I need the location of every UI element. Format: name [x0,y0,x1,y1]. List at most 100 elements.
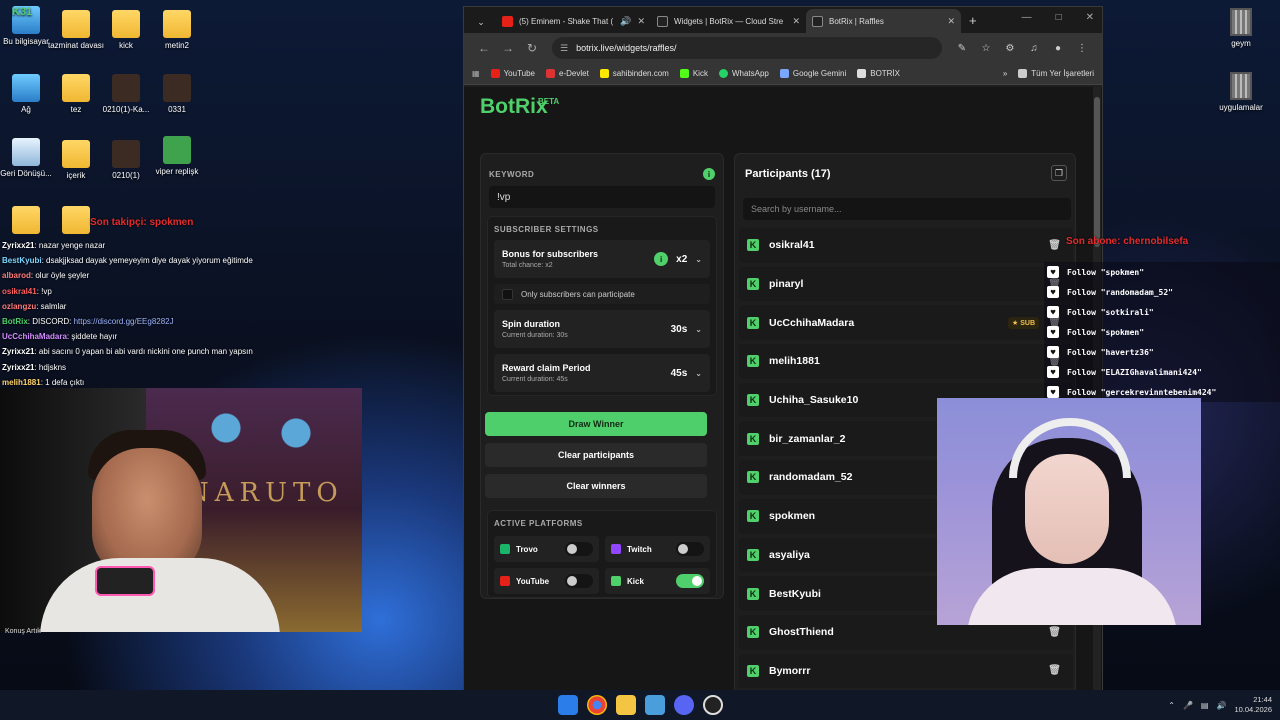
platform-label: Kick [627,576,644,586]
copy-icon[interactable]: ❐ [1051,165,1067,181]
kick-toggle[interactable] [676,574,704,588]
only-subs-checkbox[interactable]: Only subscribers can participate [494,284,710,304]
all-bookmarks[interactable]: Tüm Yer İşaretleri [1018,69,1094,78]
tab-raffles[interactable]: BotRix | Raffles ✕ [806,9,961,33]
trash-icon[interactable]: 🗑 [1048,627,1061,638]
back-icon[interactable]: ← [472,41,496,55]
bookmark-gemini[interactable]: Google Gemini [779,69,847,78]
botrix-logo[interactable]: BotRix BETA [480,95,559,119]
bookmark-whatsapp[interactable]: WhatsApp [718,69,769,78]
platform-kick: Kick [605,568,710,594]
trash-icon[interactable]: 🗑 [1048,240,1061,251]
participant-row[interactable]: Kmelih1881🗑 [739,344,1073,379]
close-tab-icon[interactable]: ✕ [947,16,955,27]
maximize-icon[interactable]: □ [1056,12,1062,23]
time: 21:44 [1253,695,1272,704]
menu-icon[interactable]: ⋮ [1070,43,1094,54]
minimize-icon[interactable]: — [1022,12,1032,23]
file-explorer-icon[interactable] [615,695,636,715]
participant-row[interactable]: Kpinaryl🗑 [739,266,1073,302]
desktop-icon-uygulamalar[interactable]: uygulamalar [1206,72,1276,112]
translate-icon[interactable]: ✎ [950,43,974,54]
chat-text: : dsakjjksad dayak yemeyeyim diye dayak … [41,256,253,266]
desktop-icon-0331[interactable]: 0331 [145,74,209,114]
address-bar[interactable]: ☰ botrix.live/widgets/raffles/ [552,37,942,59]
participant-row[interactable]: K Bymorrr 🗑 [739,653,1073,689]
participant-row[interactable]: Kosikral41 🗑 [739,228,1073,263]
folder-icon [62,74,90,102]
clock[interactable]: 21:44 10.04.2026 [1234,695,1272,715]
bonus-select[interactable]: i x2 ⌄ [654,252,702,266]
close-tab-icon[interactable]: ✕ [637,16,645,27]
site-settings-icon[interactable]: ☰ [560,43,568,54]
whatsapp-icon [718,69,728,78]
close-window-icon[interactable]: ✕ [1086,12,1094,23]
claim-period-select[interactable]: 45s ⌄ [671,368,702,379]
bookmark-edevlet[interactable]: e-Devlet [546,69,589,78]
chip-icon [1230,8,1252,36]
forward-icon[interactable]: → [496,41,520,55]
tab-widgets[interactable]: Widgets | BotRix — Cloud Stre ✕ [651,9,806,33]
app-icon[interactable] [644,695,665,715]
participant-row[interactable]: KUcCchihaMadara★ SUB🗑 [739,305,1073,341]
volume-icon[interactable]: 🔊 [1216,701,1226,710]
trash-icon[interactable]: 🗑 [1048,665,1061,676]
participant-name: asyaliya [769,548,810,561]
desktop-icon-viper[interactable]: viper replişk [145,136,209,176]
sahibinden-icon [599,69,609,78]
youtube-toggle[interactable] [565,574,593,588]
more-bookmarks-icon[interactable]: » [1003,69,1007,78]
scrollbar-thumb[interactable] [1094,97,1100,247]
follow-text: Follow "sotkirali" [1067,307,1154,317]
tab-search-icon[interactable]: ⌄ [470,11,492,33]
desktop-icon-geym[interactable]: geym [1206,8,1276,48]
checkbox-box[interactable] [502,288,513,300]
chat-username: albarod [2,271,31,281]
keyword-input[interactable]: !vp [489,186,715,208]
bookmark-youtube[interactable]: YouTube [490,69,535,78]
start-icon[interactable] [557,695,578,715]
only-subs-label: Only subscribers can participate [521,289,635,299]
folder-icon [62,206,90,234]
twitch-toggle[interactable] [676,542,704,556]
participant-search-input[interactable]: Search by username... [743,198,1071,220]
folder-icon [62,140,90,168]
reload-icon[interactable]: ↻ [520,41,544,55]
bookmark-sahibinden[interactable]: sahibinden.com [599,69,669,78]
clear-participants-button[interactable]: Clear participants [485,443,707,467]
tab-youtube[interactable]: (5) Eminem - Shake That ( 🔊 ✕ [496,9,651,33]
discord-icon[interactable] [673,695,694,715]
chevron-up-icon[interactable]: ⌃ [1168,701,1175,710]
heart-icon: ♥ [1047,346,1059,358]
chrome-icon[interactable] [586,695,607,715]
bookmark-star-icon[interactable]: ☆ [974,43,998,54]
media-icon[interactable]: ♫ [1022,43,1046,54]
chip-icon [1230,72,1252,100]
chat-message: UcCchihaMadara: şiddete hayır [2,329,302,344]
apps-grid-icon[interactable]: ▦ [472,69,480,78]
network-icon[interactable]: ▤ [1201,701,1209,710]
chat-link[interactable]: https://discord.gg/EEg8282J [74,317,174,326]
participant-name: UcCchihaMadara [769,316,855,329]
info-icon[interactable]: i [654,252,669,266]
youtube-icon [502,15,513,27]
kick-icon: K [747,548,759,561]
desktop-icon-metin2[interactable]: metin2 [145,10,209,50]
bookmark-botrix[interactable]: BOTRİX [857,69,900,78]
info-icon[interactable]: i [703,168,715,180]
chat-text: : 1 defa çıktı [40,377,85,387]
clear-winners-button[interactable]: Clear winners [485,474,707,498]
extensions-icon[interactable]: ⚙ [998,43,1022,54]
bookmark-kick[interactable]: Kick [679,69,708,78]
bookmark-label: Google Gemini [792,69,847,78]
draw-winner-button[interactable]: Draw Winner [485,412,707,436]
microphone-icon[interactable]: 🎤 [1183,701,1193,710]
obs-icon[interactable] [702,695,723,715]
chat-text: : şiddete hayır [66,332,118,342]
participant-name: Bymorrr [769,664,811,677]
close-tab-icon[interactable]: ✕ [792,16,800,27]
profile-avatar[interactable]: ● [1046,43,1070,54]
trovo-toggle[interactable] [565,542,593,556]
new-tab-button[interactable]: + [969,13,977,28]
spin-duration-select[interactable]: 30s ⌄ [671,324,702,335]
